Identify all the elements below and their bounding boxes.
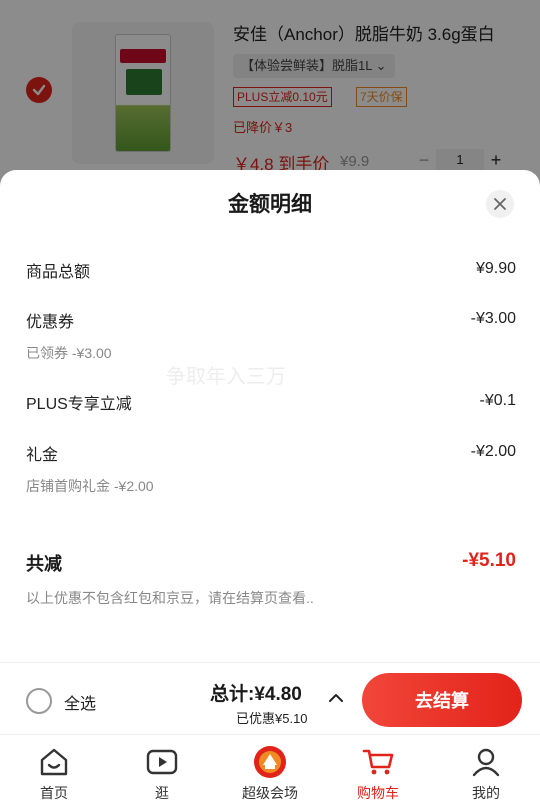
bottom-tab-bar: 首页 逛 超级会场 购物车 我的 [0,734,540,810]
coupon-sub: 已领券 -¥3.00 [26,345,112,361]
total-sum: 总计:¥4.80 [210,684,302,705]
coupon-value: -¥3.00 [470,310,516,327]
checkout-bar: 全选 总计:¥4.80 已优惠¥5.10 去结算 [0,662,540,734]
saved-amount: 已优惠¥5.10 [236,711,308,726]
total-reduction-label: 共减 [26,554,62,574]
gift-label: 礼金 [26,447,59,464]
tab-browse-label: 逛 [155,785,169,801]
venue-icon [252,745,288,779]
profile-icon [468,745,504,779]
checkout-button[interactable]: 去结算 [362,673,522,727]
video-icon [144,745,180,779]
tab-profile-label: 我的 [472,785,500,801]
goods-total-label: 商品总额 [26,264,91,281]
goods-total-value: ¥9.90 [475,260,516,277]
sheet-title: 金额明细 [228,193,312,216]
plus-discount-value: -¥0.1 [479,392,516,409]
tab-cart[interactable]: 购物车 [324,735,432,810]
coupon-label: 优惠券 [26,314,75,331]
chevron-up-icon[interactable] [327,689,345,707]
tab-super-venue-label: 超级会场 [242,785,298,801]
total-reduction-value: -¥5.10 [462,550,516,571]
home-icon [36,745,72,779]
cart-icon [360,745,396,779]
tab-home-label: 首页 [40,785,68,801]
tab-cart-label: 购物车 [357,785,399,801]
plus-discount-label: PLUS专享立减 [26,396,132,413]
watermark-text: 争取年入三万 [166,366,286,388]
discount-note: 以上优惠不包含红包和京豆，请在结算页查看.. [26,590,314,606]
close-button[interactable] [486,190,514,218]
tab-browse[interactable]: 逛 [108,735,216,810]
select-all-checkbox[interactable] [26,688,52,714]
tab-profile[interactable]: 我的 [432,735,540,810]
gift-sub: 店铺首购礼金 -¥2.00 [26,478,154,494]
tab-home[interactable]: 首页 [0,735,108,810]
gift-value: -¥2.00 [470,443,516,460]
select-all-label[interactable]: 全选 [64,690,96,714]
tab-super-venue[interactable]: 超级会场 [216,735,324,810]
close-icon [494,198,506,210]
